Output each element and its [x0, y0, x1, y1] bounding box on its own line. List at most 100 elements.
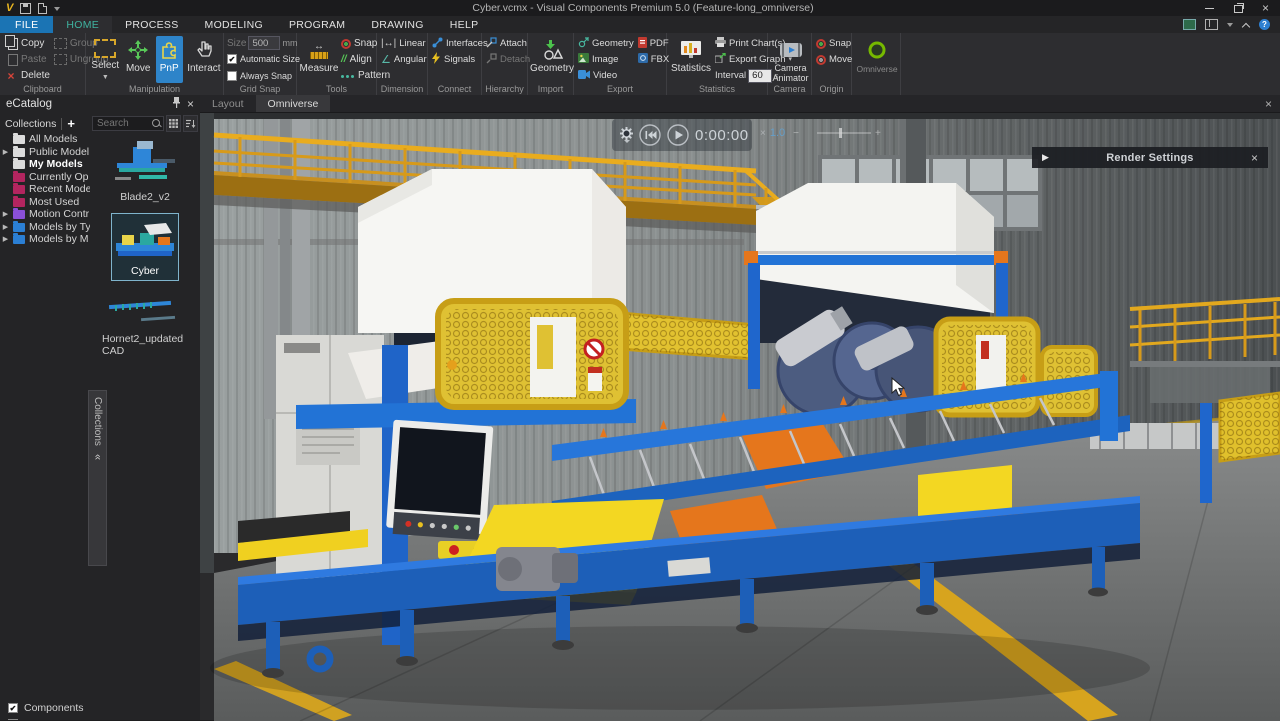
group-dimension: Linear Angular Dimension — [377, 33, 428, 95]
statistics-button[interactable]: Statistics — [671, 36, 711, 83]
tree-item-motion-control[interactable]: ▶Motion Contr — [0, 208, 90, 221]
playback-settings-button[interactable] — [620, 127, 633, 143]
omniverse-button[interactable]: Omniverse — [856, 36, 898, 83]
paste-button[interactable]: Paste — [4, 52, 50, 67]
camera-animator-button[interactable]: Camera Animator — [772, 36, 809, 83]
select-dropdown-icon[interactable]: ▼ — [102, 73, 109, 83]
components-checkbox[interactable]: ✔ Components — [8, 702, 84, 714]
origin-snap-button[interactable]: Snap — [816, 36, 852, 51]
collapse-panel-icon[interactable]: « — [92, 454, 104, 460]
select-icon — [94, 39, 116, 58]
copy-button[interactable]: Copy — [4, 36, 50, 51]
interact-button[interactable]: Interact — [187, 36, 221, 83]
tree-item-currently-open[interactable]: Currently Op — [0, 171, 90, 184]
title-bar: V Cyber.vcmx - Visual Components Premium… — [0, 0, 1280, 16]
statistics-chart-icon — [680, 38, 702, 62]
delete-button[interactable]: Delete — [4, 68, 50, 83]
help-icon[interactable]: ? — [1259, 19, 1270, 30]
viewport-tab-omniverse[interactable]: Omniverse — [256, 95, 331, 112]
measure-button[interactable]: ↔ Measure — [301, 36, 337, 83]
viewport-tab-layout[interactable]: Layout — [200, 95, 256, 112]
export-pdf-button[interactable]: PDF — [638, 36, 669, 51]
tab-file[interactable]: FILE — [0, 16, 53, 33]
tab-drawing[interactable]: DRAWING — [358, 16, 436, 33]
add-collection-button[interactable]: + — [67, 118, 75, 130]
import-geometry-icon — [541, 38, 563, 62]
pnp-icon — [159, 38, 179, 62]
export-image-button[interactable]: Image — [578, 52, 634, 67]
play-button[interactable] — [667, 124, 689, 146]
speed-slider[interactable] — [817, 132, 871, 134]
ecatalog-close-icon[interactable]: × — [187, 97, 194, 111]
tab-modeling[interactable]: MODELING — [192, 16, 276, 33]
sort-button[interactable] — [183, 115, 198, 132]
select-button[interactable]: Select▼ — [90, 36, 121, 83]
folder-icon — [13, 135, 25, 144]
save-icon[interactable] — [20, 3, 31, 14]
group-export: Geometry Image Video PDF FBX Export — [574, 33, 667, 95]
quick-access-dropdown-icon[interactable] — [54, 7, 60, 11]
speed-minus-icon[interactable]: − — [793, 128, 799, 139]
restore-button[interactable] — [1224, 0, 1252, 16]
collections-side-tab[interactable]: Collections « — [88, 390, 107, 566]
angular-button[interactable]: Angular — [381, 52, 427, 67]
tab-help[interactable]: HELP — [437, 16, 492, 33]
tree-item-all-models[interactable]: All Models — [0, 133, 90, 146]
group-clipboard: Copy Paste Delete Group Ungroup Clipboar… — [0, 33, 86, 95]
interfaces-icon — [432, 37, 443, 51]
list-item-blade2[interactable]: Blade2_v2 — [109, 137, 181, 203]
origin-snap-icon — [816, 39, 826, 49]
tree-item-my-models[interactable]: My Models — [0, 158, 90, 171]
speed-plus-icon[interactable]: + — [875, 128, 881, 139]
playback-speed-control[interactable]: × 1.0 − + — [760, 127, 881, 139]
list-item-cyber-selected[interactable]: Cyber — [111, 213, 179, 281]
export-fbx-button[interactable]: FBX — [638, 52, 669, 67]
always-snap-checkbox[interactable]: Always Snap — [227, 69, 300, 83]
minimize-button[interactable] — [1196, 0, 1224, 16]
render-settings-close-icon[interactable]: × — [1241, 151, 1268, 165]
workspace-layout-icon[interactable] — [1205, 19, 1218, 30]
tree-item-recent-models[interactable]: Recent Mode — [0, 183, 90, 196]
layout-dropdown-icon[interactable] — [1227, 23, 1233, 27]
detach-button[interactable]: Detach — [486, 52, 530, 67]
export-geometry-button[interactable]: Geometry — [578, 36, 634, 51]
app-logo-icon[interactable]: V — [6, 3, 13, 14]
attach-button[interactable]: Attach — [486, 36, 530, 51]
tree-item-most-used[interactable]: Most Used — [0, 196, 90, 209]
viewport-3d-scene[interactable]: 0:00:00 × 1.0 − + ▶ Render Settings × — [200, 113, 1280, 721]
linear-button[interactable]: Linear — [381, 36, 427, 51]
snap-icon — [341, 39, 351, 49]
omniverse-icon — [867, 38, 887, 62]
collapse-ribbon-icon[interactable] — [1242, 21, 1250, 29]
signals-button[interactable]: Signals — [432, 52, 488, 67]
render-settings-expand-icon[interactable]: ▶ — [1032, 152, 1059, 163]
window-theme-icon[interactable] — [1183, 19, 1196, 30]
render-settings-panel: ▶ Render Settings × — [1032, 147, 1268, 168]
grid-size-input[interactable] — [248, 36, 280, 50]
checkbox-checked-icon: ✔ — [8, 703, 18, 713]
tab-program[interactable]: PROGRAM — [276, 16, 358, 33]
move-button[interactable]: Move — [125, 36, 152, 83]
pnp-button[interactable]: PnP — [156, 36, 183, 83]
pattern-icon — [341, 71, 355, 81]
new-file-icon[interactable] — [38, 3, 47, 14]
tab-home[interactable]: HOME — [53, 16, 112, 33]
list-item-hornet2[interactable]: Hornet2_updated CAD — [102, 291, 188, 357]
ungroup-icon — [54, 54, 67, 65]
origin-move-button[interactable]: Move — [816, 52, 852, 67]
export-video-button[interactable]: Video — [578, 68, 634, 83]
tab-process[interactable]: PROCESS — [112, 16, 191, 33]
group-icon — [54, 38, 67, 49]
folder-icon — [13, 185, 25, 194]
rewind-button[interactable] — [639, 124, 661, 146]
interfaces-button[interactable]: Interfaces — [432, 36, 488, 51]
tree-item-public-models[interactable]: ▶Public Model — [0, 146, 90, 159]
tree-item-models-by-type[interactable]: ▶Models by Ty — [0, 221, 90, 234]
close-button[interactable] — [1252, 0, 1280, 16]
grid-view-button[interactable] — [166, 115, 181, 132]
tree-item-models-by-manufacturer[interactable]: ▶Models by M — [0, 233, 90, 246]
viewport-tab-close-icon[interactable]: × — [1257, 95, 1280, 112]
pin-icon[interactable] — [172, 97, 181, 111]
import-geometry-button[interactable]: Geometry — [532, 36, 572, 83]
automatic-size-checkbox[interactable]: ✔ Automatic Size — [227, 52, 300, 66]
